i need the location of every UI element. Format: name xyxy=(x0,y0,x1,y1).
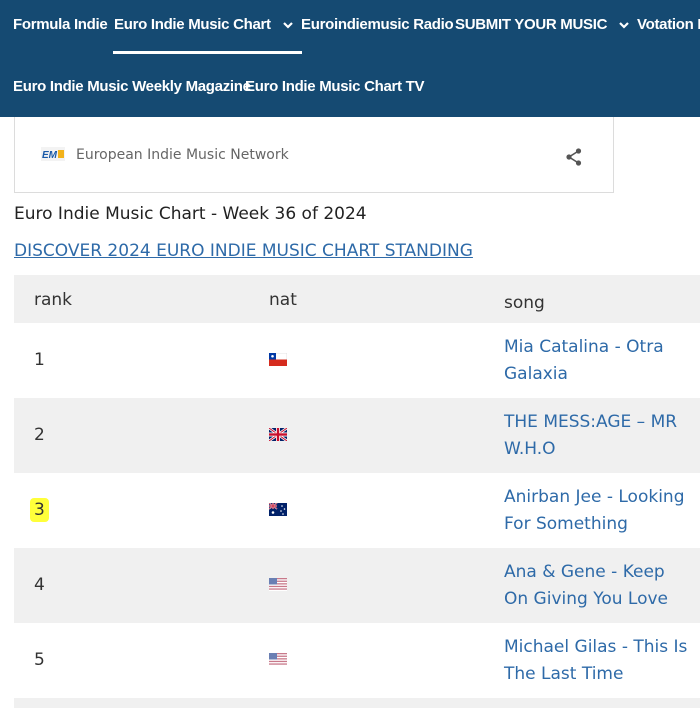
table-header-row: rank nat song xyxy=(14,275,700,323)
table-row: 4 Ana & Gene - Keep On Giving You Love xyxy=(14,548,700,623)
table-row: 1 Mia Catalina - Otra Galaxia xyxy=(14,323,700,398)
chart-table: rank nat song 1 Mia Catalina - Otra Gala… xyxy=(14,275,700,708)
rank-cell: 5 xyxy=(34,650,45,670)
nat-cell xyxy=(269,426,287,446)
chevron-down-icon xyxy=(619,21,629,29)
nav-label: Euroindiemusic Radio xyxy=(301,16,454,33)
chile-flag-icon xyxy=(269,353,287,366)
table-row: 3 Anirban Jee - Looking For Something xyxy=(14,473,700,548)
chevron-down-icon xyxy=(282,21,293,29)
nav-label: Votation P xyxy=(637,16,700,33)
active-tab-indicator xyxy=(113,51,302,54)
nav-weekly-magazine[interactable]: Euro Indie Music Weekly Magazine xyxy=(13,78,251,95)
uk-flag-icon xyxy=(269,428,287,441)
song-link[interactable]: Mia Catalina - Otra Galaxia xyxy=(504,337,664,384)
highlighted-rank: 3 xyxy=(30,498,49,522)
header-song: song xyxy=(504,293,545,313)
song-cell: Michael Gilas - This Is The Last Time xyxy=(504,634,694,688)
song-cell: Anirban Jee - Looking For Something xyxy=(504,484,694,538)
table-row-partial xyxy=(14,698,700,708)
rank-cell: 4 xyxy=(34,575,45,595)
usa-flag-icon xyxy=(269,653,287,666)
rank-cell: 3 xyxy=(30,498,49,522)
australia-flag-icon xyxy=(269,503,287,516)
rank-cell: 2 xyxy=(34,425,45,445)
nat-cell xyxy=(269,576,287,596)
usa-flag-icon xyxy=(269,578,287,591)
header-nat: nat xyxy=(269,290,297,310)
song-link[interactable]: Anirban Jee - Looking For Something xyxy=(504,487,684,534)
song-cell: THE MESS:AGE – MR W.H.O xyxy=(504,409,694,463)
nav-euro-indie-music-chart[interactable]: Euro Indie Music Chart xyxy=(114,16,293,33)
header-rank: rank xyxy=(34,290,73,310)
nav-chart-tv[interactable]: Euro Indie Music Chart TV xyxy=(245,78,424,95)
svg-text:EM: EM xyxy=(42,150,58,161)
song-link[interactable]: THE MESS:AGE – MR W.H.O xyxy=(504,412,677,459)
rank-cell: 1 xyxy=(34,350,45,370)
nav-label: SUBMIT YOUR MUSIC xyxy=(455,16,608,33)
nat-cell xyxy=(269,351,287,371)
song-cell: Mia Catalina - Otra Galaxia xyxy=(504,334,694,388)
top-navigation: Formula Indie Euro Indie Music Chart Eur… xyxy=(0,0,700,117)
share-icon[interactable] xyxy=(566,148,582,166)
song-cell: Ana & Gene - Keep On Giving You Love xyxy=(504,559,694,613)
emn-logo-icon: EM xyxy=(41,147,65,161)
song-link[interactable]: Ana & Gene - Keep On Giving You Love xyxy=(504,562,668,609)
nav-label: Euro Indie Music Chart TV xyxy=(245,78,425,95)
table-row: 2 THE MESS:AGE – MR W.H.O xyxy=(14,398,700,473)
network-name: European Indie Music Network xyxy=(76,147,289,163)
nat-cell xyxy=(269,651,287,671)
network-embed-card: EM European Indie Music Network xyxy=(14,117,614,193)
nat-cell xyxy=(269,501,287,521)
nav-formula-indie[interactable]: Formula Indie xyxy=(13,16,108,33)
nav-votation[interactable]: Votation P xyxy=(637,16,700,33)
song-link[interactable]: Michael Gilas - This Is The Last Time xyxy=(504,637,687,684)
nav-euroindiemusic-radio[interactable]: Euroindiemusic Radio xyxy=(301,16,454,33)
nav-label: Formula Indie xyxy=(13,16,108,33)
discover-standing-link[interactable]: DISCOVER 2024 EURO INDIE MUSIC CHART STA… xyxy=(14,241,473,261)
nav-label: Euro Indie Music Weekly Magazine xyxy=(13,78,251,95)
nav-submit-your-music[interactable]: SUBMIT YOUR MUSIC xyxy=(455,16,629,33)
nav-label: Euro Indie Music Chart xyxy=(114,16,271,33)
table-row: 5 Michael Gilas - This Is The Last Time xyxy=(14,623,700,698)
chart-week-title: Euro Indie Music Chart - Week 36 of 2024 xyxy=(14,204,367,224)
